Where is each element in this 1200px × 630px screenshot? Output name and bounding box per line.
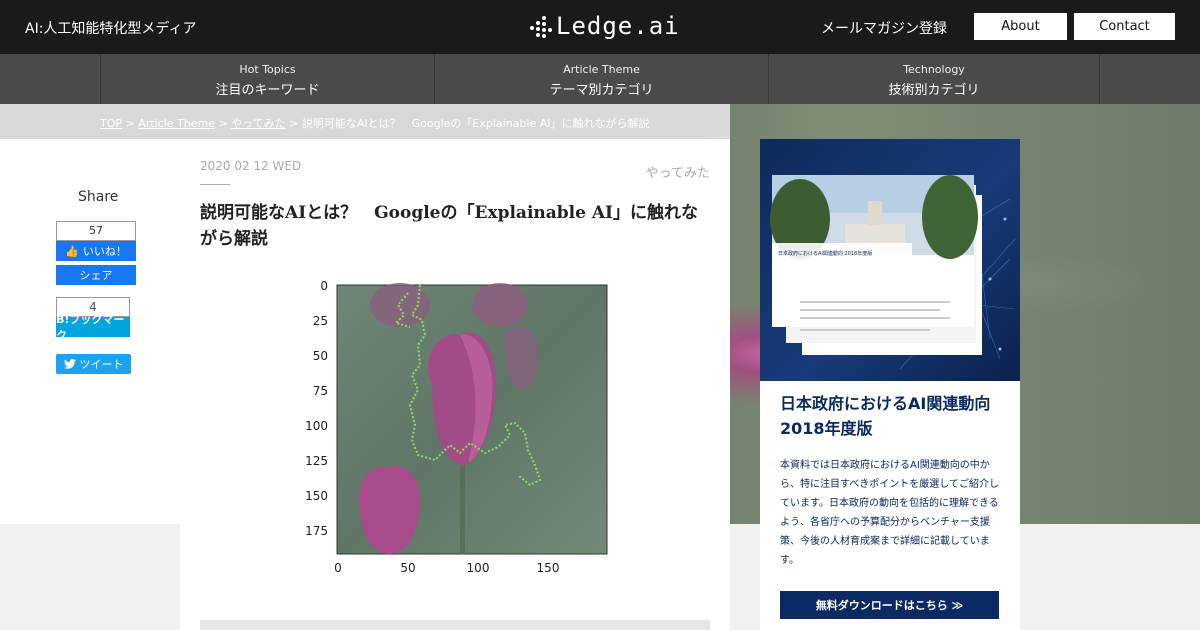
sidebar-ad-banner[interactable]: 日本政府におけるAI関連動向 2018年度版 日本政府におけるAI関連動向 20… <box>760 139 1020 630</box>
report-text-line <box>800 301 950 303</box>
nav-article-theme[interactable]: Article Theme テーマ別カテゴリ <box>434 54 768 104</box>
article-title: 説明可能なAIとは？ Googleの「Explainable AI」に触れながら… <box>200 203 699 249</box>
y-tick-label: 75 <box>313 384 328 398</box>
report-tower <box>868 201 882 225</box>
nav-label-jp: テーマ別カテゴリ <box>549 83 654 98</box>
breadcrumb-separator: > <box>214 117 232 130</box>
free-download-button[interactable]: 無料ダウンロードはこちら ≫ <box>780 591 999 619</box>
tweet-label: ツイート <box>79 358 124 371</box>
ad-hero: 日本政府におけるAI関連動向 2018年度版 <box>760 139 1020 381</box>
breadcrumb-top[interactable]: TOP <box>100 117 122 130</box>
article-content-strip <box>200 620 710 630</box>
y-tick-label: 0 <box>320 279 328 293</box>
report-text-line <box>800 309 940 311</box>
breadcrumb: TOP > Article Theme > やってみた > 説明可能なAIとは？… <box>100 115 650 131</box>
breadcrumb-separator: > <box>285 117 302 130</box>
site-logo[interactable]: Ledge.ai <box>528 10 680 42</box>
lime-explanation-image: 0 25 50 75 100 125 150 175 0 50 100 150 <box>300 275 620 580</box>
facebook-share-button[interactable]: シェア <box>56 265 136 285</box>
nav-label-en: Hot Topics <box>239 63 296 76</box>
site-tagline: AI:人工知能特化型メディア <box>25 21 197 37</box>
share-heading: Share <box>78 189 119 205</box>
x-tick-label: 150 <box>537 561 560 575</box>
nav-label-en: Technology <box>903 63 965 76</box>
facebook-like-button[interactable]: 👍 いいね！ <box>56 241 136 261</box>
x-tick-label: 50 <box>400 561 415 575</box>
x-tick-label: 100 <box>467 561 490 575</box>
ad-description: 本資料では日本政府におけるAI関連動向の中から、特に注目すべきポイントを厳選して… <box>780 460 999 566</box>
y-tick-label: 100 <box>305 419 328 433</box>
ad-title-line: 日本政府におけるAI関連動向 <box>780 394 991 413</box>
report-trees-right <box>922 175 978 259</box>
thumbs-up-icon: 👍 <box>65 244 79 258</box>
nav-hot-topics[interactable]: Hot Topics 注目のキーワード <box>100 54 434 104</box>
facebook-like-count: 57 <box>56 221 136 241</box>
breadcrumb-category[interactable]: やってみた <box>231 117 285 130</box>
contact-button[interactable]: Contact <box>1074 13 1175 40</box>
breadcrumb-current: 説明可能なAIとは？ Googleの「Explainable AI」に触れながら… <box>301 117 650 130</box>
y-tick-label: 50 <box>313 349 328 363</box>
newsletter-link[interactable]: メールマガジン登録 <box>821 18 947 38</box>
breadcrumb-separator: > <box>122 117 139 130</box>
y-tick-label: 175 <box>305 524 328 538</box>
logo-text: Ledge.ai <box>556 12 680 40</box>
logo-dots-icon <box>528 14 554 38</box>
tulip-stem <box>460 465 465 554</box>
twitter-bird-icon <box>63 359 76 369</box>
y-axis: 0 25 50 75 100 125 150 175 <box>305 279 328 538</box>
main-nav: Hot Topics 注目のキーワード Article Theme テーマ別カテ… <box>0 54 1200 104</box>
ad-hero-art: 日本政府におけるAI関連動向 2018年度版 <box>770 175 1016 370</box>
ad-title: 日本政府におけるAI関連動向 2018年度版 <box>780 391 990 441</box>
nav-technology[interactable]: Technology 技術別カテゴリ <box>768 54 1100 104</box>
x-tick-label: 0 <box>334 561 342 575</box>
facebook-like-label: いいね！ <box>82 245 127 258</box>
y-tick-label: 150 <box>305 489 328 503</box>
report-text-line <box>800 329 930 331</box>
about-button[interactable]: About <box>974 13 1067 40</box>
nav-label-jp: 技術別カテゴリ <box>888 83 980 98</box>
hatena-bookmark-button[interactable]: B!ブックマーク <box>56 313 130 342</box>
breadcrumb-theme[interactable]: Article Theme <box>138 117 215 130</box>
date-divider <box>200 184 230 185</box>
ad-title-line: 2018年度版 <box>780 419 873 438</box>
y-tick-label: 25 <box>313 314 328 328</box>
nav-label-jp: 注目のキーワード <box>215 83 320 98</box>
x-axis: 0 50 100 150 <box>334 561 559 575</box>
site-header: AI:人工知能特化型メディア Ledge.ai メールマガジン登録 About … <box>0 0 1200 54</box>
y-tick-label: 125 <box>305 454 328 468</box>
tulip-petal <box>472 283 528 327</box>
report-cover-title: 日本政府におけるAI関連動向 2018年度版 <box>778 250 872 257</box>
article-category[interactable]: やってみた <box>646 162 710 181</box>
tulip-plot-svg: 0 25 50 75 100 125 150 175 0 50 100 150 <box>305 279 608 575</box>
report-text-line <box>800 317 950 319</box>
twitter-tweet-button[interactable]: ツイート <box>56 354 131 374</box>
report-title-band <box>772 243 912 275</box>
nav-label-en: Article Theme <box>563 63 640 76</box>
article-date: 2020 02 12 WED <box>200 159 302 173</box>
